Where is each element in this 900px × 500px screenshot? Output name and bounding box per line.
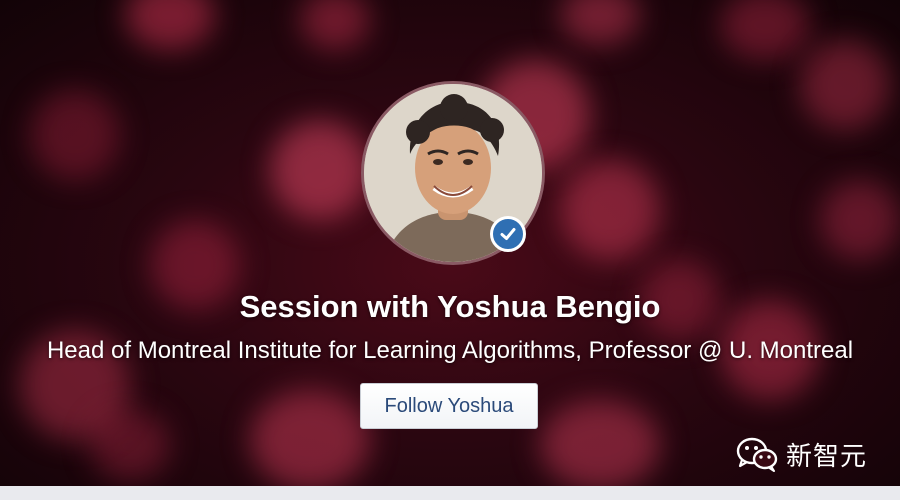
- follow-button[interactable]: Follow Yoshua: [360, 383, 538, 429]
- profile-subtitle: Head of Montreal Institute for Learning …: [46, 337, 854, 364]
- verified-badge: [490, 216, 526, 252]
- header-banner: Session with Yoshua Bengio Head of Montr…: [0, 0, 900, 486]
- bottom-divider: [0, 486, 900, 500]
- wechat-icon: [736, 437, 778, 472]
- watermark-text: 新智元: [786, 441, 868, 472]
- watermark: 新智元: [736, 434, 867, 474]
- session-title: Session with Yoshua Bengio: [239, 289, 661, 324]
- checkmark-icon: [500, 228, 516, 240]
